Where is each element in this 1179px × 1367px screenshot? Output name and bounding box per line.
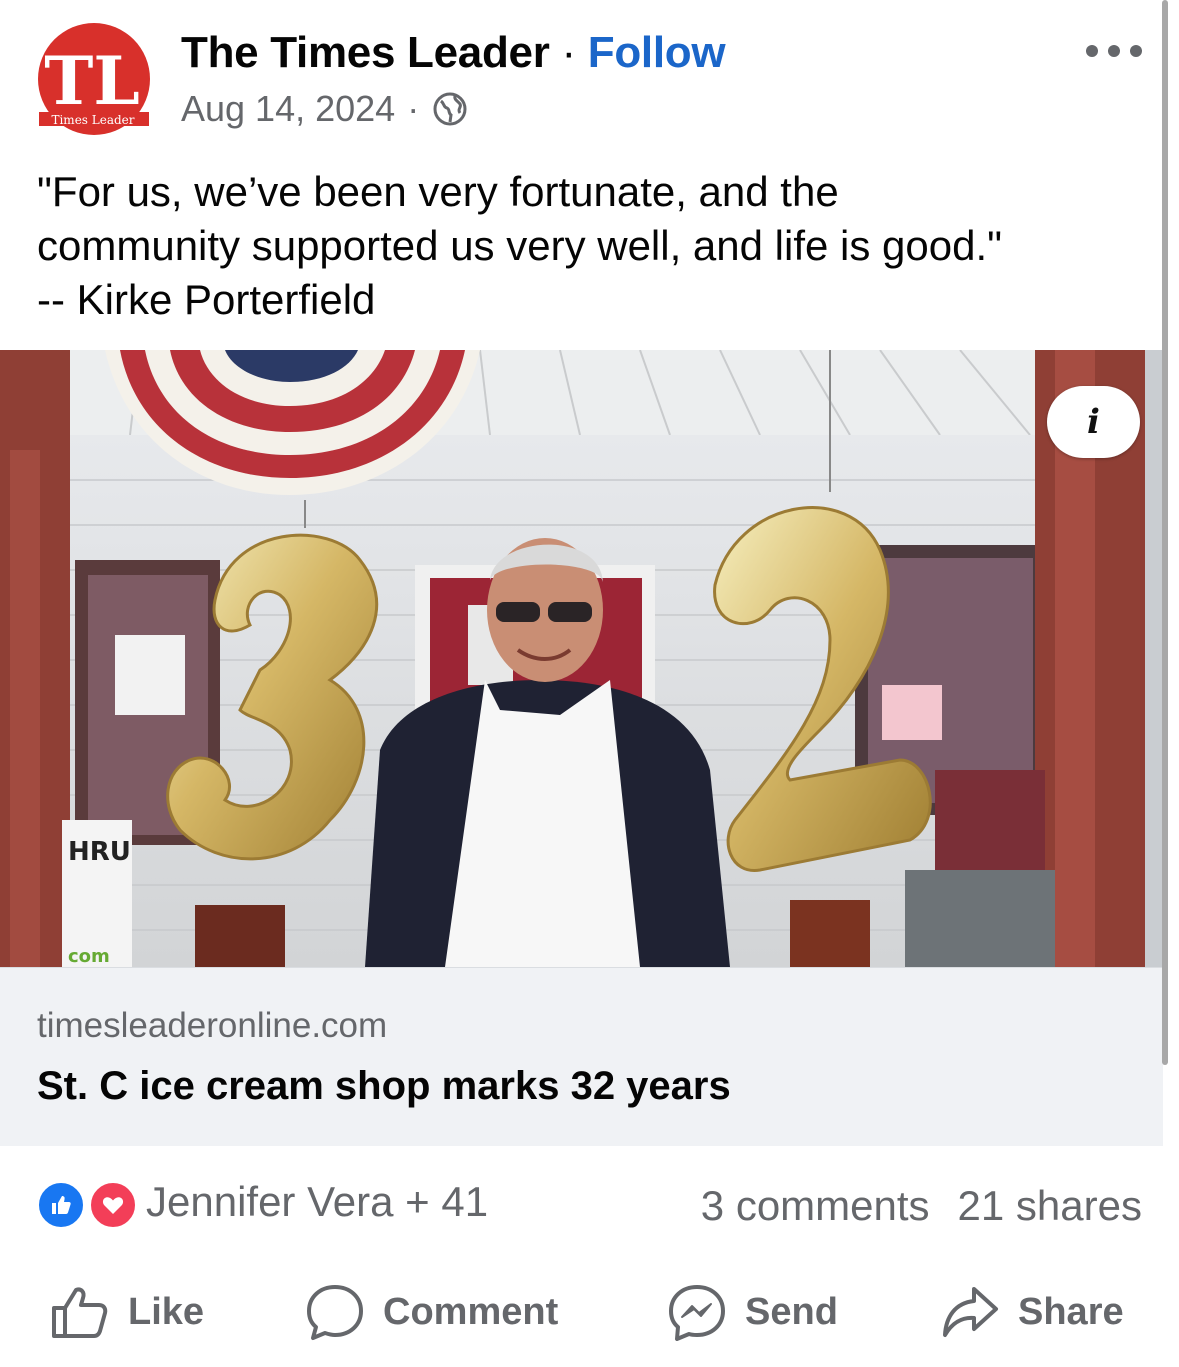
thumbs-up-icon bbox=[52, 1287, 108, 1338]
comment-button[interactable]: Comment bbox=[305, 1276, 558, 1348]
scrollbar[interactable] bbox=[1162, 0, 1168, 1065]
post-caption: "For us, we’ve been very fortunate, and … bbox=[37, 165, 1147, 327]
comment-icon bbox=[307, 1285, 363, 1340]
photo-sign-text-2: com bbox=[68, 946, 110, 967]
engagement-counts: 3 comments 21 shares bbox=[673, 1182, 1142, 1230]
header-separator: · bbox=[561, 28, 576, 77]
page-name-link[interactable]: The Times Leader bbox=[181, 28, 550, 77]
like-label: Like bbox=[128, 1290, 205, 1333]
avatar-subtitle: Times Leader bbox=[51, 113, 134, 127]
more-options-icon[interactable] bbox=[1086, 36, 1142, 66]
link-domain: timesleaderonline.com bbox=[37, 1006, 388, 1045]
post-date[interactable]: Aug 14, 2024 bbox=[181, 88, 395, 130]
globe-icon bbox=[433, 92, 467, 126]
caption-line: "For us, we’ve been very fortunate, and … bbox=[37, 168, 839, 215]
reaction-icons bbox=[36, 1178, 138, 1230]
action-bar: Like Comment Send Share bbox=[0, 1276, 1163, 1348]
reactors-text[interactable]: Jennifer Vera + 41 bbox=[146, 1178, 488, 1226]
avatar-initials: TL bbox=[44, 42, 140, 120]
messenger-icon bbox=[669, 1285, 725, 1341]
facebook-post: TL Times Leader The Times Leader · Follo… bbox=[0, 0, 1179, 1367]
like-reaction-icon bbox=[36, 1180, 86, 1230]
meta-separator: · bbox=[407, 88, 420, 129]
page-avatar[interactable]: TL Times Leader bbox=[33, 22, 155, 140]
comment-label: Comment bbox=[383, 1290, 559, 1333]
comments-count[interactable]: 3 comments bbox=[701, 1182, 930, 1229]
caption-line: -- Kirke Porterfield bbox=[37, 276, 376, 323]
love-reaction-icon bbox=[88, 1180, 138, 1230]
post-header-line: The Times Leader · Follow bbox=[181, 28, 726, 78]
send-label: Send bbox=[745, 1290, 838, 1333]
share-arrow-icon bbox=[943, 1287, 998, 1337]
share-label: Share bbox=[1018, 1290, 1124, 1333]
link-title[interactable]: St. C ice cream shop marks 32 years bbox=[37, 1064, 731, 1109]
info-button[interactable]: i bbox=[1047, 386, 1140, 458]
like-button[interactable]: Like bbox=[50, 1276, 204, 1348]
reactions-summary[interactable]: Jennifer Vera + 41 bbox=[36, 1178, 488, 1230]
post-meta: Aug 14, 2024 · bbox=[181, 88, 467, 130]
photo-sign-text: HRU bbox=[68, 837, 131, 867]
follow-button[interactable]: Follow bbox=[588, 28, 726, 77]
link-preview[interactable]: timesleaderonline.com St. C ice cream sh… bbox=[0, 967, 1163, 1146]
post-photo[interactable]: HRU com bbox=[0, 350, 1163, 967]
share-button[interactable]: Share bbox=[940, 1276, 1124, 1348]
shares-count[interactable]: 21 shares bbox=[958, 1182, 1142, 1229]
send-button[interactable]: Send bbox=[667, 1276, 838, 1348]
caption-line: community supported us very well, and li… bbox=[37, 222, 1003, 269]
